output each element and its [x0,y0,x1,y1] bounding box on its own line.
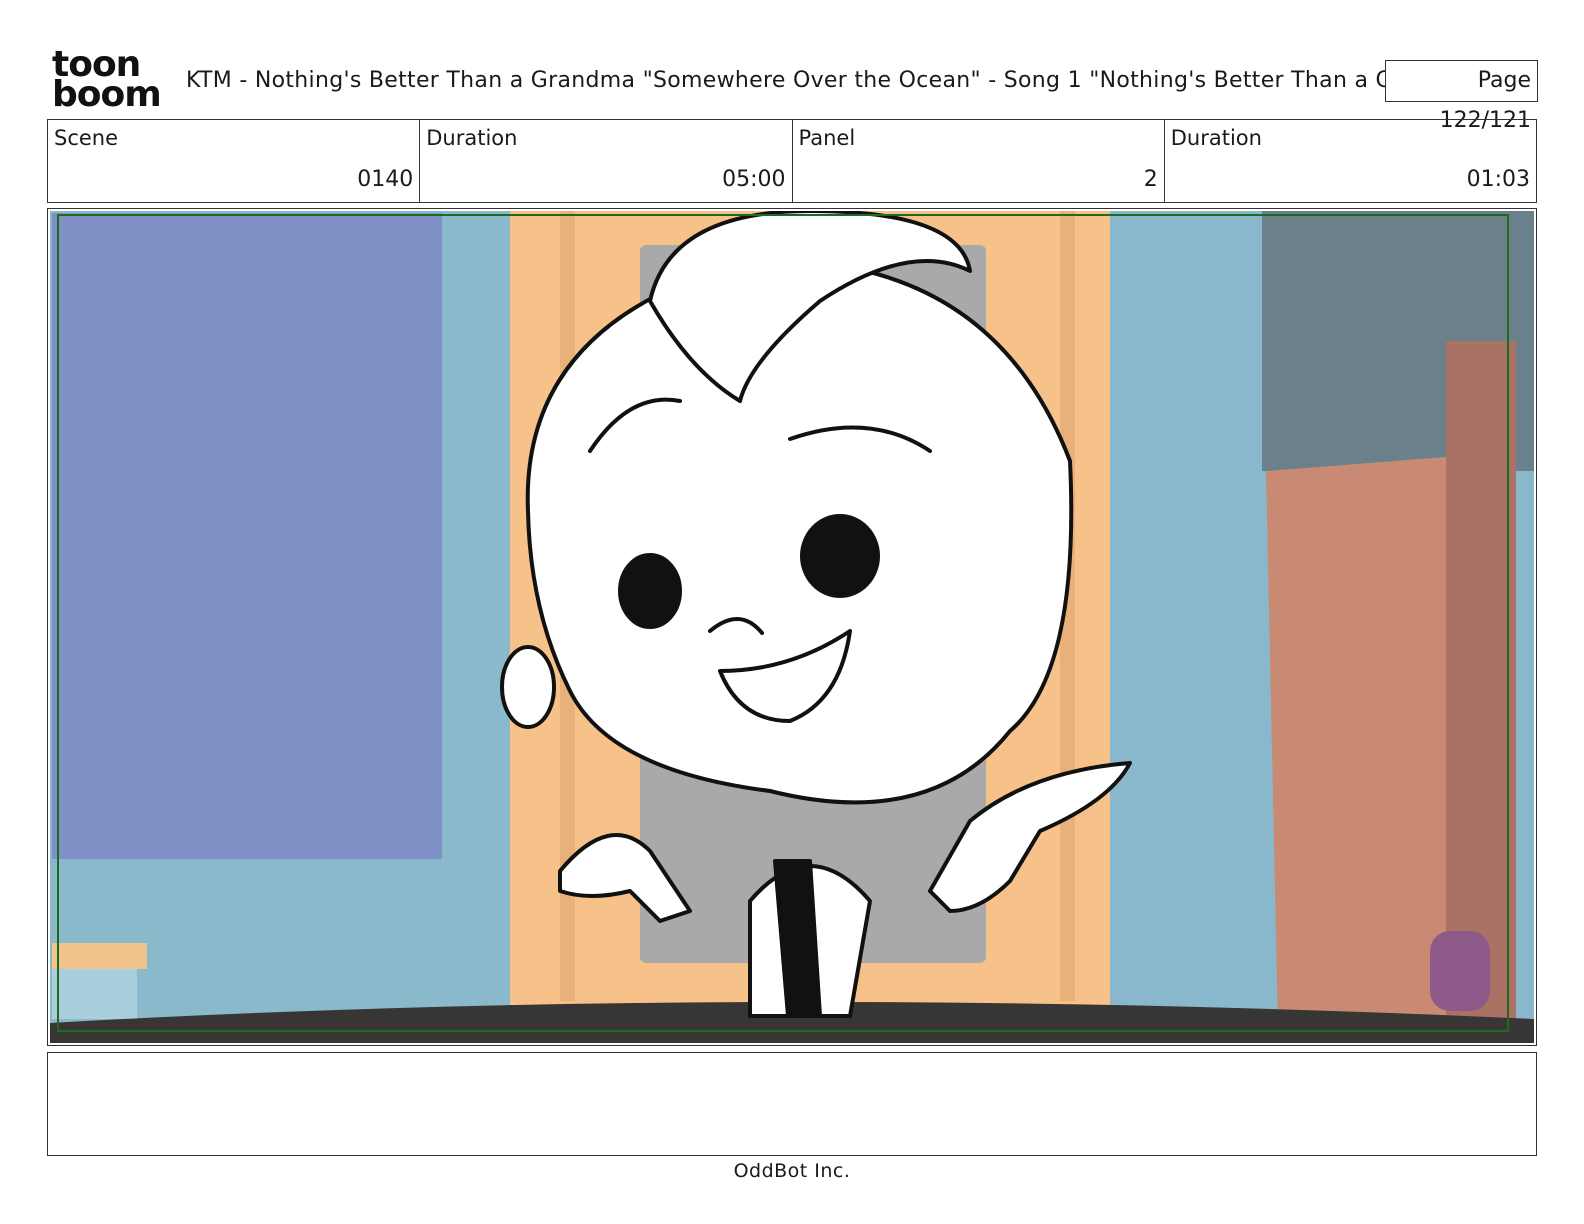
scene-value: 0140 [357,167,414,192]
scene-info-table: Scene 0140 Duration 05:00 Panel 2 Durati… [47,119,1537,203]
panel-duration-cell: Duration 01:03 [1165,120,1536,202]
logo-line-2: boom [52,74,162,115]
character-right-eye [800,514,880,598]
panel-label: Panel [798,126,856,150]
storyboard-panel [47,208,1537,1046]
character-left-eye [618,553,682,629]
character-left-ear [500,645,556,729]
panel-value: 2 [1143,167,1158,192]
left-shelf [52,943,147,969]
scene-duration-label: Duration [426,126,518,150]
scene-duration-value: 05:00 [722,167,786,192]
footer-company: OddBot Inc. [733,1160,851,1182]
scene-cell: Scene 0140 [48,120,421,202]
storyboard-title: KTM - Nothing's Better Than a Grandma "S… [186,68,1386,93]
scene-duration-cell: Duration 05:00 [420,120,793,202]
left-shelf-base [52,969,137,1019]
character-head [525,258,1074,805]
toonboom-logo: toon boom [52,47,164,115]
panel-duration-label: Duration [1170,126,1262,150]
chair-back [1430,931,1490,1011]
scene-label: Scene [54,126,119,150]
panel-artwork [50,211,1534,1043]
bookshelf [1446,341,1516,1031]
panel-notes-box[interactable] [47,1052,1537,1156]
page-number: Page 122/121 [1385,60,1538,133]
panel-duration-value: 01:03 [1466,167,1530,192]
wall-poster [52,213,442,859]
panel-cell: Panel 2 [793,120,1165,202]
cabinet [1266,457,1446,1031]
